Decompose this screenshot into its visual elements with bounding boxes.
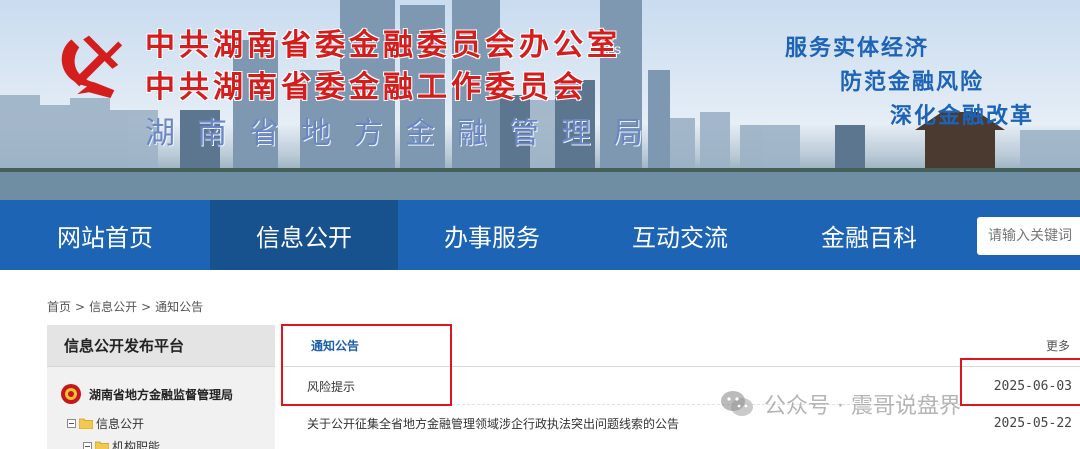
list-item[interactable]: 风险提示 2025-06-03	[282, 368, 1080, 405]
breadcrumb-separator: >	[75, 300, 86, 314]
breadcrumb-home[interactable]: 首页	[47, 300, 71, 314]
breadcrumb-notices[interactable]: 通知公告	[155, 300, 203, 314]
breadcrumb-separator: >	[141, 300, 152, 314]
nav-item-finance-encyclopedia[interactable]: 金融百科	[774, 200, 964, 270]
list-item-date: 2025-06-03	[993, 378, 1072, 394]
search-input[interactable]	[977, 217, 1080, 255]
tree-collapse-icon[interactable]	[83, 442, 92, 449]
party-emblem-icon	[61, 35, 123, 99]
sidebar-org[interactable]: 湖南省地方金融监督管理局	[60, 383, 233, 405]
folder-icon	[95, 441, 109, 449]
sidebar-org-label: 湖南省地方金融监督管理局	[89, 387, 234, 402]
site-banner: IFS 中共湖南省委金融委员会办公室 中共湖南省委金融工作委员会 湖南省地方金融…	[0, 0, 1080, 200]
list-item[interactable]: 关于公开征集全省地方金融管理领域涉企行政执法突出问题线索的公告 2025-05-…	[282, 405, 1080, 442]
notice-list-header: 通知公告 更多	[282, 325, 1080, 367]
breadcrumb: 首页 > 信息公开 > 通知公告	[47, 298, 203, 315]
list-item-title[interactable]: 关于公开征集全省地方金融管理领域涉企行政执法突出问题线索的公告	[307, 415, 679, 432]
tree-item-org-functions[interactable]: 机构职能	[83, 438, 160, 449]
nav-item-interaction[interactable]: 互动交流	[586, 200, 774, 270]
sidebar: 信息公开发布平台 湖南省地方金融监督管理局 信息公开 机构职能	[47, 325, 275, 449]
more-link[interactable]: 更多	[1046, 337, 1070, 354]
tree-item-label: 信息公开	[96, 417, 145, 431]
folder-icon	[79, 418, 93, 429]
tree-item-info-disclosure[interactable]: 信息公开	[67, 415, 144, 432]
nav-item-services[interactable]: 办事服务	[398, 200, 586, 270]
office-title-line3: 湖南省地方金融管理局	[145, 116, 665, 151]
notice-list: 通知公告 更多 风险提示 2025-06-03 关于公开征集全省地方金融管理领域…	[282, 325, 1080, 449]
office-title-line2: 中共湖南省委金融工作委员会	[145, 70, 587, 105]
slogan-2: 防范金融风险	[840, 70, 985, 95]
list-item-date: 2025-05-22	[993, 416, 1072, 431]
tree-collapse-icon[interactable]	[67, 419, 76, 428]
breadcrumb-info-disclosure[interactable]: 信息公开	[89, 300, 137, 314]
slogan-3: 深化金融改革	[890, 104, 1035, 129]
slogan-1: 服务实体经济	[785, 36, 930, 61]
nav-item-info-disclosure[interactable]: 信息公开	[210, 200, 398, 270]
nav-item-home[interactable]: 网站首页	[0, 200, 210, 270]
tree-item-label: 机构职能	[112, 440, 161, 449]
national-emblem-icon	[61, 384, 81, 404]
tab-notices[interactable]: 通知公告	[311, 337, 359, 354]
office-title-line1: 中共湖南省委金融委员会办公室	[145, 28, 621, 63]
main-nav: 网站首页 信息公开 办事服务 互动交流 金融百科	[0, 200, 1080, 270]
sidebar-header: 信息公开发布平台	[47, 325, 275, 367]
list-item-title[interactable]: 风险提示	[307, 378, 355, 395]
